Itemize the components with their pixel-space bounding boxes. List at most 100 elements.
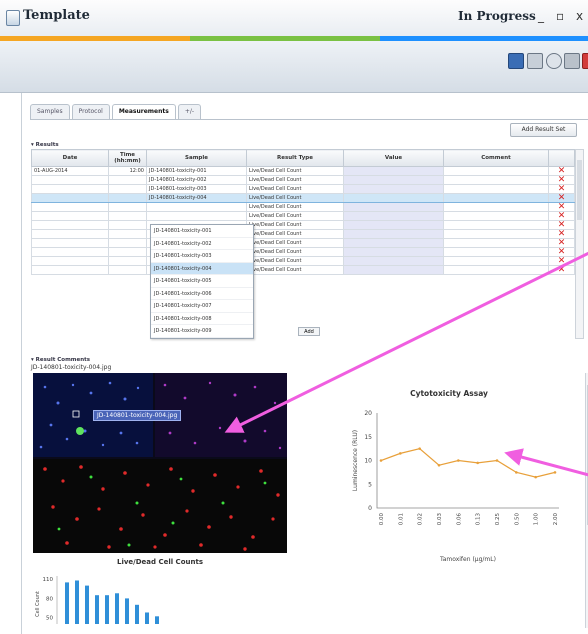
date-cell[interactable]	[31, 256, 109, 266]
comment-cell[interactable]	[443, 265, 549, 275]
delete-row-icon[interactable]: ✕	[548, 193, 575, 203]
pdf-icon[interactable]	[582, 53, 588, 69]
time-cell[interactable]	[108, 265, 147, 275]
result-type-cell[interactable]: Live/Dead Cell Count	[246, 184, 344, 194]
date-cell[interactable]	[31, 175, 109, 185]
tab-measurements[interactable]: Measurements	[111, 104, 176, 119]
table-scrollbar[interactable]	[575, 149, 584, 339]
sign-icon[interactable]	[564, 53, 580, 69]
result-type-cell[interactable]: Live/Dead Cell Count	[246, 202, 344, 212]
column-header-value[interactable]: Value	[343, 149, 444, 167]
result-type-cell[interactable]: Live/Dead Cell Count	[246, 193, 344, 203]
table-row[interactable]: 01-AUG-2014 12:00 JD-140801-toxicity-001 Li…	[31, 166, 575, 176]
column-header-time[interactable]: Time (hh:mm)	[108, 149, 147, 167]
result-type-cell[interactable]: Live/Dead Cell Count	[246, 265, 344, 275]
comment-cell[interactable]	[443, 202, 549, 212]
dropdown-option[interactable]: JD-140801-toxicity-007	[151, 300, 253, 313]
result-type-cell[interactable]: Live/Dead Cell Count	[246, 220, 344, 230]
delete-row-icon[interactable]: ✕	[548, 247, 575, 257]
dropdown-option[interactable]: JD-140801-toxicity-001	[151, 225, 253, 238]
table-row[interactable]: Live/Dead Cell Count ✕	[31, 265, 575, 275]
dropdown-option[interactable]: JD-140801-toxicity-005	[151, 275, 253, 288]
search-icon[interactable]	[546, 53, 562, 69]
sample-cell[interactable]: JD-140801-toxicity-001	[146, 166, 247, 176]
date-cell[interactable]	[31, 211, 109, 221]
tab-protocol[interactable]: Protocol	[71, 104, 110, 119]
column-header-sample[interactable]: Sample	[146, 149, 247, 167]
dropdown-option[interactable]: JD-140801-toxicity-009	[151, 325, 253, 338]
table-row[interactable]: Live/Dead Cell Count ✕	[31, 229, 575, 239]
value-cell[interactable]	[343, 229, 444, 239]
time-cell[interactable]	[108, 247, 147, 257]
time-cell[interactable]	[108, 202, 147, 212]
value-cell[interactable]	[343, 238, 444, 248]
scrollbar-thumb[interactable]	[577, 160, 582, 220]
table-row[interactable]: Live/Dead Cell Count ✕	[31, 247, 575, 257]
time-cell[interactable]	[108, 256, 147, 266]
comment-cell[interactable]	[443, 175, 549, 185]
sample-cell[interactable]: JD-140801-toxicity-004	[146, 193, 247, 203]
table-row[interactable]: Live/Dead Cell Count ✕	[31, 256, 575, 266]
print-icon[interactable]	[527, 53, 543, 69]
value-cell[interactable]	[343, 166, 444, 176]
value-cell[interactable]	[343, 256, 444, 266]
delete-row-icon[interactable]: ✕	[548, 211, 575, 221]
dropdown-option[interactable]: JD-140801-toxicity-006	[151, 288, 253, 300]
delete-row-icon[interactable]: ✕	[548, 229, 575, 239]
date-cell[interactable]	[31, 265, 109, 275]
tab-samples[interactable]: Samples	[30, 104, 70, 119]
comment-cell[interactable]	[443, 256, 549, 266]
table-row[interactable]: Live/Dead Cell Count ✕	[31, 211, 575, 221]
value-cell[interactable]	[343, 265, 444, 275]
date-cell[interactable]	[31, 193, 109, 203]
date-cell[interactable]	[31, 184, 109, 194]
time-cell[interactable]	[108, 238, 147, 248]
comment-cell[interactable]	[443, 220, 549, 230]
comment-cell[interactable]	[443, 184, 549, 194]
result-type-cell[interactable]: Live/Dead Cell Count	[246, 166, 344, 176]
tab-add-remove[interactable]: +/-	[177, 104, 202, 119]
dropdown-option[interactable]: JD-140801-toxicity-004	[151, 262, 253, 275]
table-row[interactable]: JD-140801-toxicity-002 Live/Dead Cell Cou…	[31, 175, 575, 185]
date-cell[interactable]	[31, 229, 109, 239]
result-type-cell[interactable]: Live/Dead Cell Count	[246, 211, 344, 221]
comment-cell[interactable]	[443, 211, 549, 221]
comment-cell[interactable]	[443, 166, 549, 176]
delete-row-icon[interactable]: ✕	[548, 220, 575, 230]
value-cell[interactable]	[343, 184, 444, 194]
table-row[interactable]: JD-140801-toxicity-004 Live/Dead Cell Cou…	[31, 193, 575, 203]
date-cell[interactable]	[31, 220, 109, 230]
time-cell[interactable]	[108, 184, 147, 194]
result-type-cell[interactable]: Live/Dead Cell Count	[246, 238, 344, 248]
time-cell[interactable]	[108, 211, 147, 221]
add-result-set-button[interactable]: Add Result Set	[510, 123, 577, 137]
result-type-cell[interactable]: Live/Dead Cell Count	[246, 175, 344, 185]
microscopy-image[interactable]: JD-140801-toxicity-004.jpg	[33, 373, 287, 553]
sample-cell[interactable]: JD-140801-toxicity-002	[146, 175, 247, 185]
sample-cell[interactable]: JD-140801-toxicity-003	[146, 184, 247, 194]
delete-row-icon[interactable]: ✕	[548, 184, 575, 194]
comment-cell[interactable]	[443, 193, 549, 203]
date-cell[interactable]	[31, 238, 109, 248]
delete-row-icon[interactable]: ✕	[548, 175, 575, 185]
value-cell[interactable]	[343, 175, 444, 185]
dropdown-option[interactable]: JD-140801-toxicity-002	[151, 238, 253, 250]
sample-cell[interactable]	[146, 211, 247, 221]
comment-cell[interactable]	[443, 247, 549, 257]
date-cell[interactable]: 01-AUG-2014	[31, 166, 109, 176]
result-type-cell[interactable]: Live/Dead Cell Count	[246, 229, 344, 239]
delete-row-icon[interactable]: ✕	[548, 166, 575, 176]
comment-cell[interactable]	[443, 238, 549, 248]
dropdown-option[interactable]: JD-140801-toxicity-008	[151, 313, 253, 325]
table-row[interactable]: Live/Dead Cell Count ✕	[31, 220, 575, 230]
time-cell[interactable]	[108, 220, 147, 230]
time-cell[interactable]	[108, 175, 147, 185]
value-cell[interactable]	[343, 211, 444, 221]
delete-row-icon[interactable]: ✕	[548, 265, 575, 275]
maximize-button[interactable]: ▫	[556, 9, 564, 23]
result-type-cell[interactable]: Live/Dead Cell Count	[246, 247, 344, 257]
sample-cell[interactable]	[146, 202, 247, 212]
table-row[interactable]: JD-140801-toxicity-003 Live/Dead Cell Cou…	[31, 184, 575, 194]
table-row[interactable]: Live/Dead Cell Count ✕	[31, 202, 575, 212]
delete-row-icon[interactable]: ✕	[548, 202, 575, 212]
